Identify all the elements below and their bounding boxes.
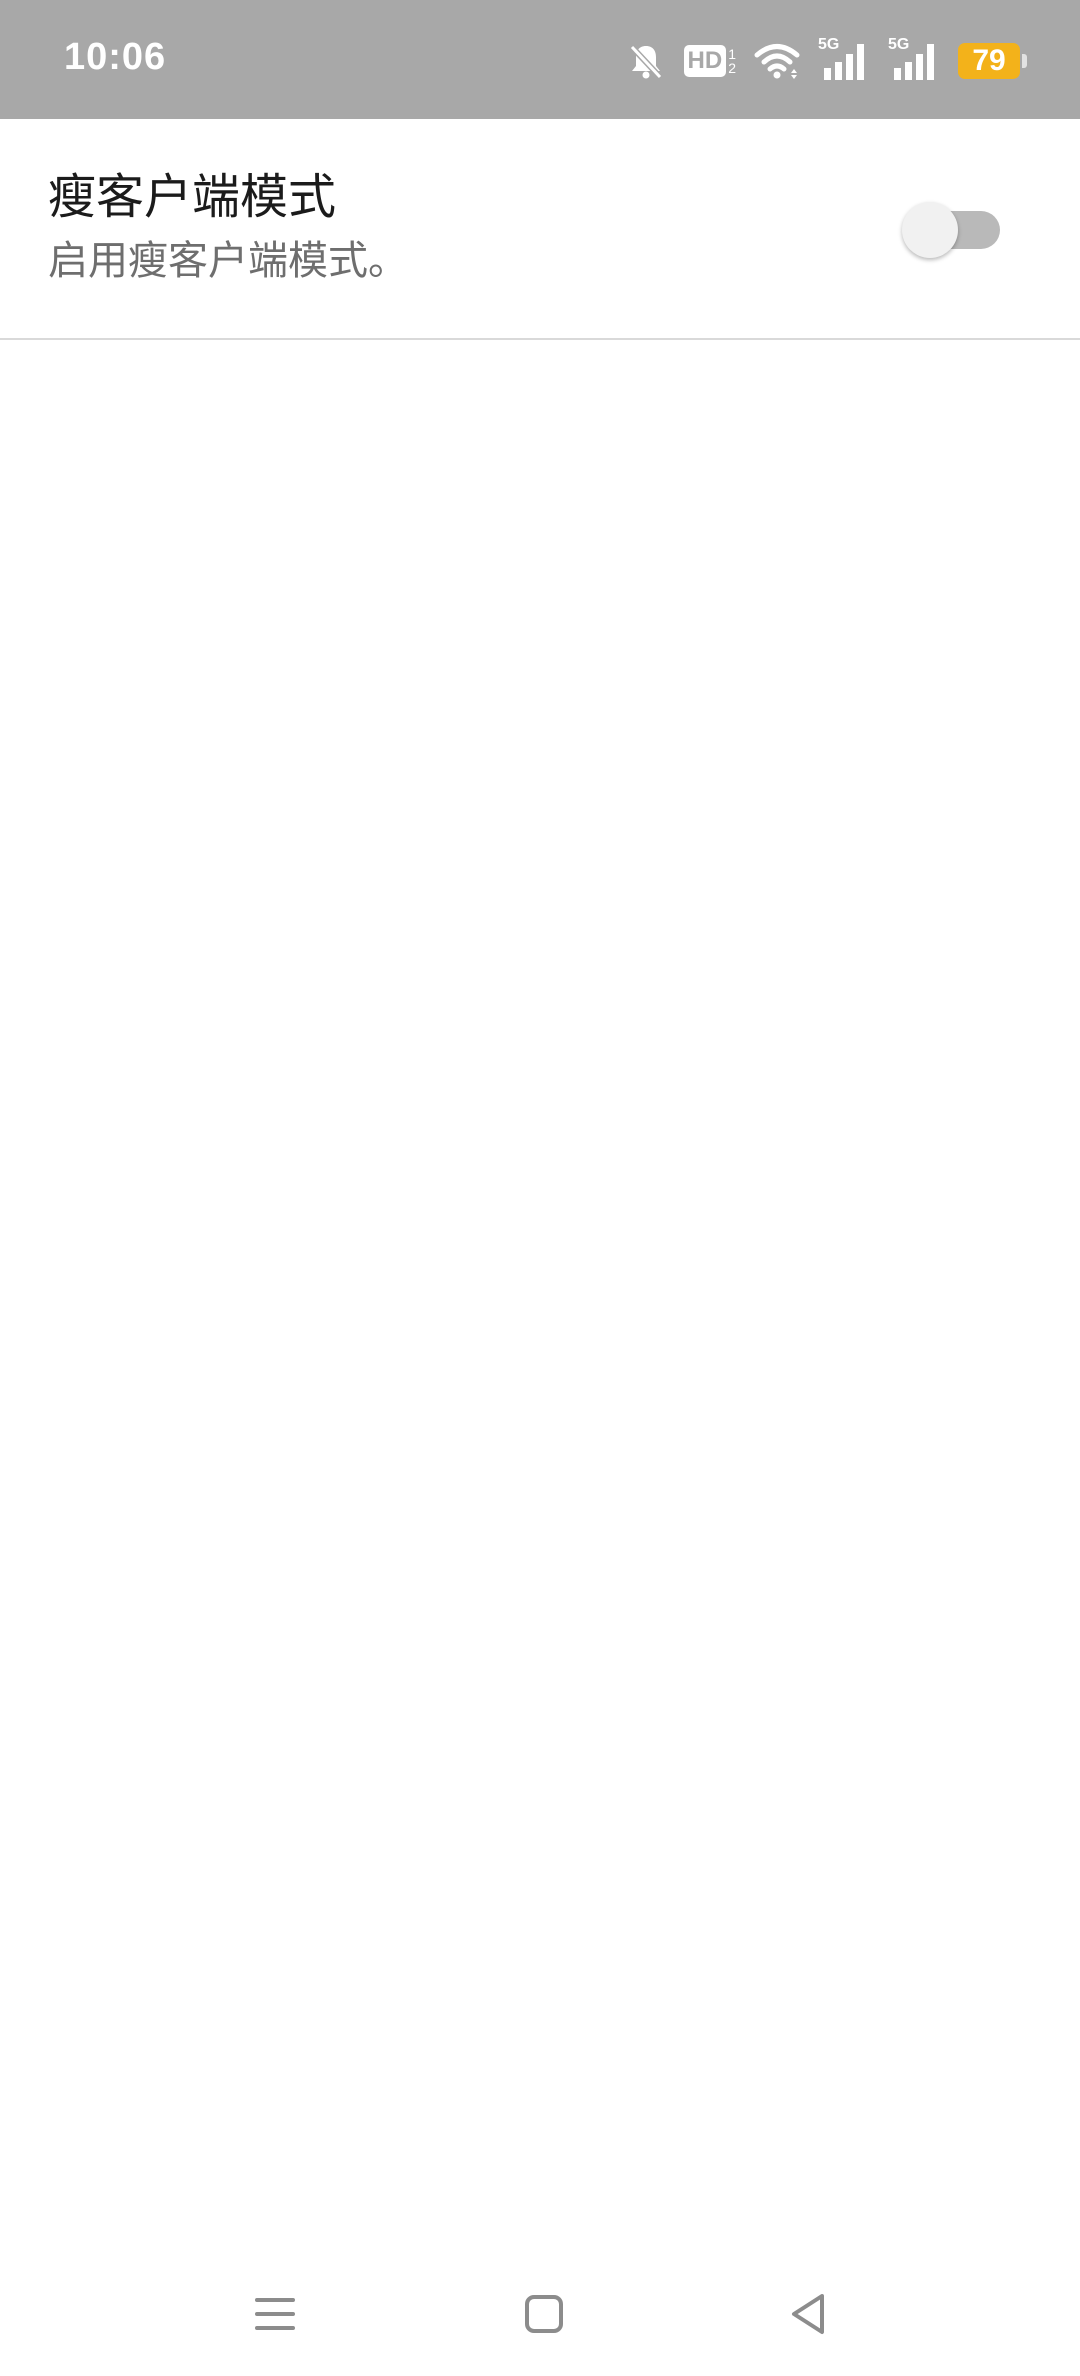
status-icons: HD 1 2 5G 5G 79 — [626, 36, 1027, 86]
bell-muted-icon — [626, 41, 666, 81]
thin-client-mode-setting[interactable]: 瘦客户端模式 启用瘦客户端模式。 — [0, 119, 1080, 340]
menu-icon — [254, 2294, 296, 2338]
wifi-icon — [754, 41, 800, 81]
battery-icon: 79 — [958, 43, 1027, 79]
menu-button[interactable] — [230, 2276, 320, 2356]
status-time: 10:06 — [64, 36, 167, 78]
battery-level: 79 — [972, 44, 1006, 77]
thin-client-mode-switch[interactable] — [902, 197, 1002, 263]
content-area — [0, 340, 1080, 2240]
setting-title: 瘦客户端模式 — [48, 169, 337, 225]
signal-5g-sim2-icon: 5G — [888, 36, 940, 82]
back-button[interactable] — [763, 2276, 853, 2356]
navigation-bar — [0, 2256, 1080, 2376]
setting-summary: 启用瘦客户端模式。 — [48, 238, 408, 284]
back-icon — [786, 2291, 830, 2341]
switch-thumb — [902, 202, 958, 258]
hd-voice-icon: HD 1 2 — [683, 45, 736, 77]
home-icon — [523, 2293, 565, 2339]
status-bar: 10:06 HD 1 2 5G 5G 79 — [0, 0, 1080, 119]
home-button[interactable] — [499, 2276, 589, 2356]
signal-5g-sim1-icon: 5G — [818, 36, 870, 82]
